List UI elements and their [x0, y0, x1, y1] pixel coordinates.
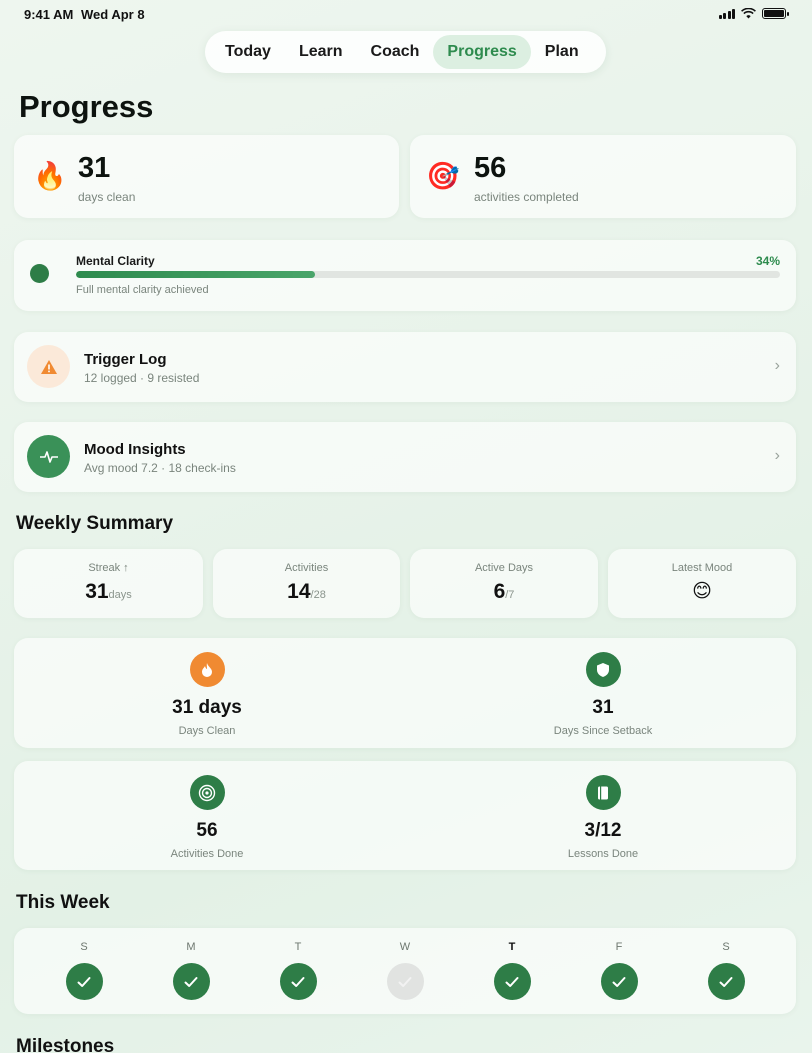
mental-clarity-percent: 34%	[755, 254, 780, 268]
milestones-heading: Milestones	[16, 1036, 115, 1053]
week-day-label: T	[508, 941, 516, 953]
fire-icon	[189, 652, 225, 687]
activities-completed-label: activities completed	[474, 190, 579, 204]
checkmark-icon	[65, 963, 103, 1000]
latest-mood-summary: Latest Mood 😊	[608, 549, 796, 618]
streak-value: 31days	[85, 580, 132, 603]
days-clean-tile-label: Days Clean	[178, 725, 236, 737]
mood-insights-row[interactable]: Mood Insights Avg mood 7.2 · 18 check-in…	[14, 422, 796, 492]
days-since-setback-tile: 31 Days Since Setback	[410, 652, 796, 737]
main-tab-bar: Today Learn Coach Progress Plan	[205, 31, 606, 73]
wifi-icon	[741, 8, 756, 19]
week-day: W	[386, 941, 424, 1000]
days-clean-card: 🔥 31 days clean	[14, 135, 399, 218]
checkmark-icon	[493, 963, 531, 1000]
week-day-label: S	[80, 941, 88, 953]
mental-clarity-title: Mental Clarity	[76, 254, 155, 268]
week-day: S	[707, 941, 745, 1000]
checkmark-icon	[707, 963, 745, 1000]
days-clean-value: 31	[78, 152, 111, 184]
chevron-right-icon: ›	[774, 357, 780, 374]
tab-today[interactable]: Today	[211, 35, 285, 69]
fire-icon: 🔥	[33, 161, 67, 191]
brain-icon	[30, 264, 49, 283]
mood-insights-subtitle: Avg mood 7.2 · 18 check-ins	[84, 461, 236, 475]
checkmark-icon	[600, 963, 638, 1000]
latest-mood-label: Latest Mood	[671, 562, 733, 574]
lessons-done-label: Lessons Done	[567, 848, 639, 860]
streak-summary: Streak ↑ 31days	[14, 549, 203, 618]
tab-plan[interactable]: Plan	[531, 35, 593, 69]
week-day: S	[65, 941, 103, 1000]
mental-clarity-progress-fill	[76, 271, 316, 278]
activities-done-tile: 56 Activities Done	[14, 775, 400, 860]
tab-progress[interactable]: Progress	[433, 35, 531, 69]
mental-clarity-progress-bar	[76, 271, 780, 278]
clock-text: 9:41 AM	[24, 7, 74, 22]
active-days-label: Active Days	[474, 562, 534, 574]
week-day-label: W	[399, 941, 411, 953]
smiling-face-icon: 😊	[692, 581, 712, 602]
days-clean-tile-value: 31 days	[172, 697, 242, 718]
days-since-setback-value: 31	[592, 697, 614, 718]
trigger-log-row[interactable]: Trigger Log 12 logged · 9 resisted ›	[14, 332, 796, 402]
activities-done-label: Activities Done	[170, 848, 244, 860]
week-day: T	[493, 941, 531, 1000]
empty-day-icon	[386, 963, 424, 1000]
week-day: M	[172, 941, 210, 1000]
stat-tiles-row-2: 56 Activities Done 3/12 Lessons Done	[14, 761, 796, 870]
activities-label: Activities	[284, 562, 329, 574]
active-days-value: 6/7	[493, 580, 515, 603]
lessons-done-value: 3/12	[584, 820, 622, 841]
activities-summary: Activities 14/28	[213, 549, 400, 618]
active-days-summary: Active Days 6/7	[410, 549, 598, 618]
checkmark-icon	[172, 963, 210, 1000]
days-since-setback-label: Days Since Setback	[553, 725, 653, 737]
streak-label: Streak ↑	[88, 562, 129, 574]
this-week-heading: This Week	[16, 892, 110, 913]
status-bar: 9:41 AM Wed Apr 8	[0, 0, 812, 30]
shield-icon	[585, 652, 621, 687]
mood-insights-title: Mood Insights	[84, 441, 186, 458]
trigger-log-title: Trigger Log	[84, 351, 167, 368]
weekly-summary-heading: Weekly Summary	[16, 513, 174, 534]
date-text: Wed Apr 8	[81, 7, 145, 22]
book-icon	[585, 775, 621, 810]
checkmark-icon	[279, 963, 317, 1000]
page-title: Progress	[19, 89, 154, 124]
pulse-icon	[27, 435, 70, 478]
days-clean-tile: 31 days Days Clean	[14, 652, 400, 737]
warning-icon	[27, 345, 70, 388]
trigger-log-subtitle: 12 logged · 9 resisted	[84, 371, 200, 385]
target-icon: 🎯	[426, 161, 460, 191]
lessons-done-tile: 3/12 Lessons Done	[410, 775, 796, 860]
activities-completed-value: 56	[474, 152, 507, 184]
stat-tiles-row-1: 31 days Days Clean 31 Days Since Setback	[14, 638, 796, 748]
week-day: T	[279, 941, 317, 1000]
days-clean-label: days clean	[78, 190, 136, 204]
week-day-label: F	[615, 941, 623, 953]
battery-icon	[762, 8, 789, 19]
tab-coach[interactable]: Coach	[357, 35, 434, 69]
target-icon	[189, 775, 225, 810]
week-day-label: T	[294, 941, 302, 953]
tab-learn[interactable]: Learn	[285, 35, 357, 69]
week-day-label: S	[722, 941, 730, 953]
chevron-right-icon: ›	[774, 447, 780, 464]
mental-clarity-card: Mental Clarity 34% Full mental clarity a…	[14, 240, 796, 311]
activities-value: 14/28	[287, 580, 326, 603]
week-day-label: M	[186, 941, 196, 953]
system-icons	[718, 8, 789, 19]
cellular-signal-icon	[718, 8, 735, 19]
activities-completed-card: 🎯 56 activities completed	[410, 135, 796, 218]
activities-done-value: 56	[196, 820, 218, 841]
week-day: F	[600, 941, 638, 1000]
mental-clarity-subtitle: Full mental clarity achieved	[76, 284, 209, 296]
status-time: 9:41 AM Wed Apr 8	[24, 7, 145, 22]
